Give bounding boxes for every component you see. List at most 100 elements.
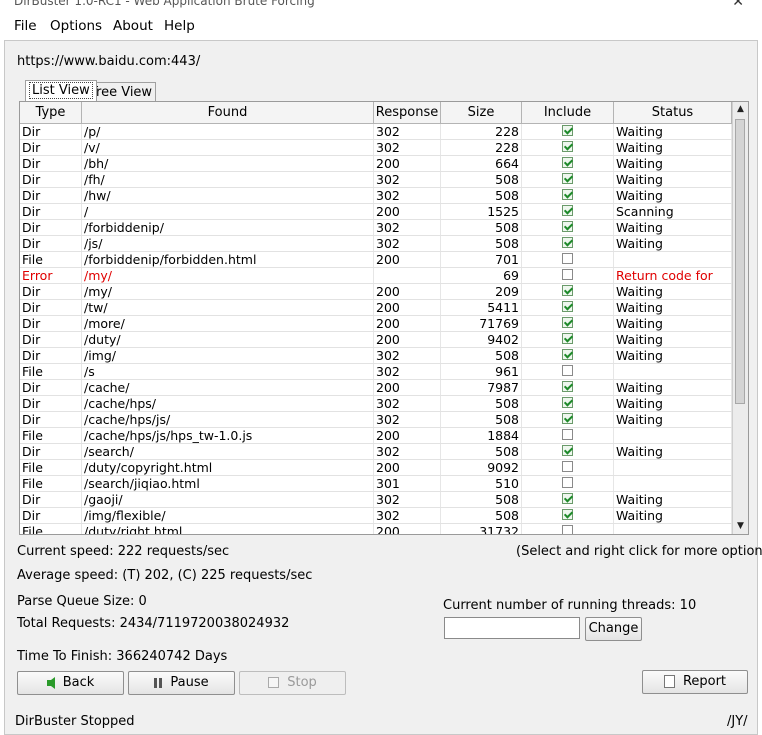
include-checkbox[interactable] bbox=[562, 493, 573, 504]
cell-found: /duty/copyright.html bbox=[82, 460, 374, 475]
table-row[interactable]: Dir/bh/200 664 Waiting bbox=[20, 156, 732, 172]
stop-button[interactable]: Stop bbox=[239, 671, 346, 695]
menu-bar: File Options About Help bbox=[0, 14, 762, 40]
cell-status: Waiting bbox=[614, 220, 732, 235]
cell-found: /p/ bbox=[82, 124, 374, 139]
table-row[interactable]: Dir/my/200 209 Waiting bbox=[20, 284, 732, 300]
cell-status: Waiting bbox=[614, 156, 732, 171]
cell-response: 302 bbox=[374, 172, 441, 187]
col-include[interactable]: Include bbox=[522, 102, 614, 123]
table-row[interactable]: Dir/cache/hps/js/302 508 Waiting bbox=[20, 412, 732, 428]
table-row[interactable]: Dir/hw/302 508 Waiting bbox=[20, 188, 732, 204]
tab-list-view-label: List View bbox=[29, 82, 93, 99]
table-row[interactable]: File/s 302 961 bbox=[20, 364, 732, 380]
cell-status: Waiting bbox=[614, 444, 732, 459]
cell-found: /cache/ bbox=[82, 380, 374, 395]
include-checkbox[interactable] bbox=[562, 141, 573, 152]
include-checkbox[interactable] bbox=[562, 397, 573, 408]
status-text: DirBuster Stopped bbox=[15, 714, 135, 729]
include-cell bbox=[522, 396, 614, 411]
cell-type: Dir bbox=[20, 124, 82, 139]
pause-button[interactable]: Pause bbox=[128, 671, 235, 695]
report-button[interactable]: Report bbox=[642, 670, 748, 694]
table-row[interactable]: Dir/img/flexible/302 508 Waiting bbox=[20, 508, 732, 524]
include-checkbox[interactable] bbox=[562, 381, 573, 392]
cell-type: Dir bbox=[20, 172, 82, 187]
menu-file[interactable]: File bbox=[14, 18, 37, 34]
table-row[interactable]: Dir/img/302 508 Waiting bbox=[20, 348, 732, 364]
include-checkbox[interactable] bbox=[562, 477, 573, 488]
include-checkbox[interactable] bbox=[562, 253, 573, 264]
include-checkbox[interactable] bbox=[562, 221, 573, 232]
include-checkbox[interactable] bbox=[562, 301, 573, 312]
include-checkbox[interactable] bbox=[562, 333, 573, 344]
cell-type: Dir bbox=[20, 156, 82, 171]
menu-about[interactable]: About bbox=[113, 18, 153, 34]
cell-type: File bbox=[20, 428, 82, 443]
scroll-thumb[interactable] bbox=[735, 119, 745, 404]
table-row[interactable]: Dir/forbiddenip/302 508 Waiting bbox=[20, 220, 732, 236]
table-row[interactable]: Dir/search/302 508 Waiting bbox=[20, 444, 732, 460]
col-response[interactable]: Response bbox=[374, 102, 441, 123]
table-row[interactable]: Dir/200 1525 Scanning bbox=[20, 204, 732, 220]
include-cell bbox=[522, 380, 614, 395]
results-table: Type Found Response Size Include Status … bbox=[19, 101, 749, 535]
col-size[interactable]: Size bbox=[441, 102, 522, 123]
scroll-up-icon[interactable]: ▲ bbox=[733, 102, 748, 117]
include-checkbox[interactable] bbox=[562, 205, 573, 216]
close-icon[interactable]: ✕ bbox=[732, 0, 744, 10]
table-row[interactable]: File/duty/right.html 200 31732 bbox=[20, 524, 732, 534]
include-checkbox[interactable] bbox=[562, 509, 573, 520]
include-checkbox[interactable] bbox=[562, 445, 573, 456]
menu-help[interactable]: Help bbox=[164, 18, 195, 34]
table-row[interactable]: Dir/duty/200 9402 Waiting bbox=[20, 332, 732, 348]
table-row[interactable]: File/search/jiqiao.html 301 510 bbox=[20, 476, 732, 492]
table-row[interactable]: Dir/more/200 71769 Waiting bbox=[20, 316, 732, 332]
col-found[interactable]: Found bbox=[82, 102, 374, 123]
menu-options[interactable]: Options bbox=[50, 18, 102, 34]
table-row[interactable]: Dir/tw/200 5411 Waiting bbox=[20, 300, 732, 316]
vertical-scrollbar[interactable]: ▲ ▼ bbox=[732, 102, 748, 534]
table-body: Dir/p/302 228 Waiting Dir/v/302 228 Waiting Di… bbox=[20, 124, 732, 534]
tab-list-view[interactable]: List View bbox=[25, 80, 97, 101]
include-checkbox[interactable] bbox=[562, 189, 573, 200]
table-row[interactable]: File/cache/hps/js/hps_tw-1.0.js 200 1884 bbox=[20, 428, 732, 444]
include-checkbox[interactable] bbox=[562, 125, 573, 136]
cell-type: File bbox=[20, 252, 82, 267]
include-checkbox[interactable] bbox=[562, 157, 573, 168]
include-checkbox[interactable] bbox=[562, 413, 573, 424]
table-row[interactable]: Dir/v/302 228 Waiting bbox=[20, 140, 732, 156]
col-type[interactable]: Type bbox=[20, 102, 82, 123]
include-checkbox[interactable] bbox=[562, 461, 573, 472]
cell-type: Dir bbox=[20, 348, 82, 363]
include-checkbox[interactable] bbox=[562, 429, 573, 440]
include-checkbox[interactable] bbox=[562, 173, 573, 184]
cell-type: Dir bbox=[20, 396, 82, 411]
include-checkbox[interactable] bbox=[562, 349, 573, 360]
scroll-down-icon[interactable]: ▼ bbox=[733, 519, 748, 534]
table-row[interactable]: Dir/js/302 508 Waiting bbox=[20, 236, 732, 252]
table-row[interactable]: Dir/gaoji/302 508 Waiting bbox=[20, 492, 732, 508]
include-checkbox[interactable] bbox=[562, 317, 573, 328]
table-row[interactable]: Error/my/69 Return code for bbox=[20, 268, 732, 284]
change-button[interactable]: Change bbox=[585, 617, 642, 641]
threads-input[interactable] bbox=[444, 617, 580, 639]
include-checkbox[interactable] bbox=[562, 525, 573, 534]
table-row[interactable]: File/duty/copyright.html 200 9092 bbox=[20, 460, 732, 476]
cell-response: 302 bbox=[374, 188, 441, 203]
col-status[interactable]: Status bbox=[614, 102, 732, 123]
table-row[interactable]: Dir/p/302 228 Waiting bbox=[20, 124, 732, 140]
include-cell bbox=[522, 428, 614, 443]
table-row[interactable]: Dir/cache/200 7987 Waiting bbox=[20, 380, 732, 396]
cell-status bbox=[614, 476, 732, 491]
include-checkbox[interactable] bbox=[562, 237, 573, 248]
table-row[interactable]: Dir/cache/hps/302 508 Waiting bbox=[20, 396, 732, 412]
include-checkbox[interactable] bbox=[562, 285, 573, 296]
include-checkbox[interactable] bbox=[562, 269, 573, 280]
cell-type: Dir bbox=[20, 508, 82, 523]
table-row[interactable]: File/forbiddenip/forbidden.html 200 701 bbox=[20, 252, 732, 268]
include-checkbox[interactable] bbox=[562, 365, 573, 376]
table-row[interactable]: Dir/fh/302 508 Waiting bbox=[20, 172, 732, 188]
back-button[interactable]: Back bbox=[17, 671, 124, 695]
cell-response: 302 bbox=[374, 396, 441, 411]
